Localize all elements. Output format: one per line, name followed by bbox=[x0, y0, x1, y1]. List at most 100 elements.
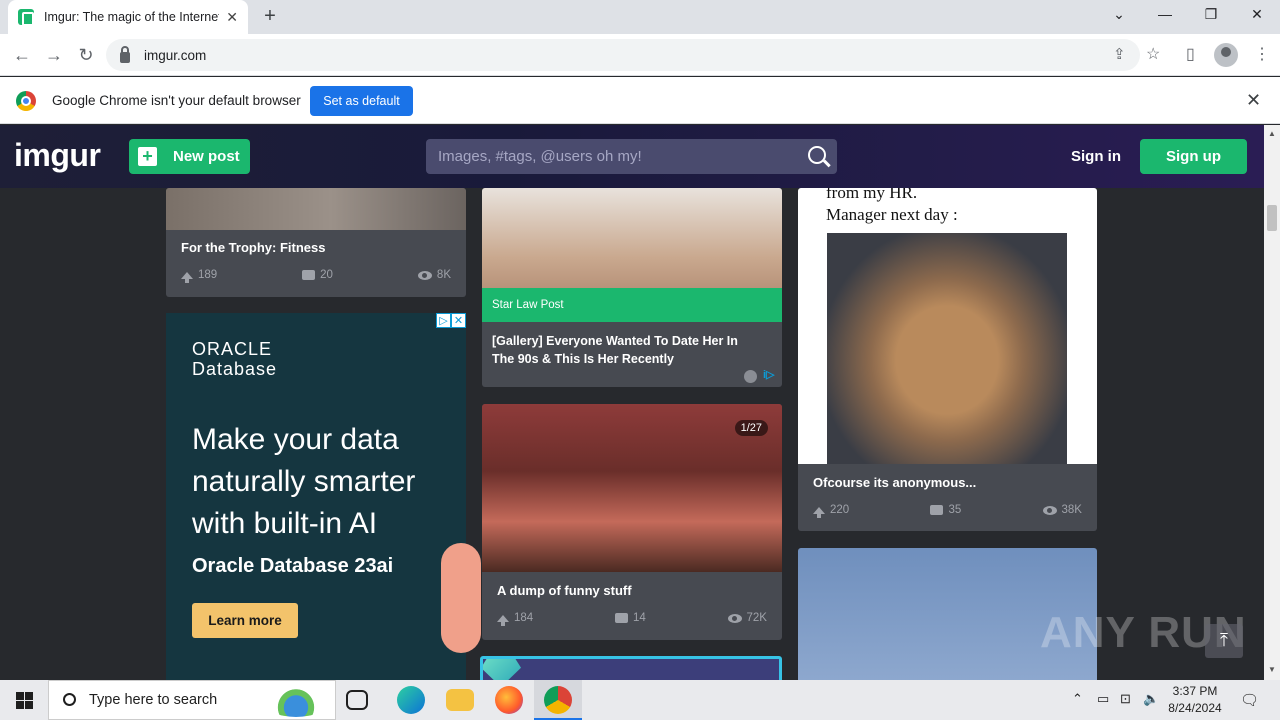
tab-title: Imgur: The magic of the Internet bbox=[44, 10, 219, 24]
upvote-icon bbox=[497, 614, 509, 626]
profile-avatar[interactable] bbox=[1214, 43, 1238, 67]
post-title[interactable]: A dump of funny stuff bbox=[497, 582, 632, 600]
ad-close-icon[interactable]: ✕ bbox=[451, 313, 466, 328]
new-post-button[interactable]: + New post bbox=[129, 139, 250, 174]
sponsor-label[interactable]: Star Law Post bbox=[482, 288, 782, 322]
network-icon[interactable]: ⊡ bbox=[1120, 691, 1131, 707]
browser-toolbar: ← → ↻ imgur.com ⇪ ☆ ▯ ⋮ bbox=[0, 34, 1280, 76]
post-thumbnail[interactable] bbox=[166, 188, 466, 230]
show-hidden-icons-icon[interactable]: ⌃ bbox=[1072, 691, 1083, 707]
comment-count: 35 bbox=[948, 504, 962, 516]
chrome-icon bbox=[544, 686, 572, 714]
view-count: 38K bbox=[1061, 504, 1082, 516]
back-to-top-button[interactable]: ⤒ bbox=[1205, 624, 1243, 658]
default-browser-infobar: Google Chrome isn't your default browser… bbox=[0, 77, 1280, 124]
chrome-taskbar-button[interactable] bbox=[534, 680, 582, 720]
lock-icon[interactable] bbox=[120, 45, 130, 63]
comment-icon bbox=[930, 505, 944, 515]
upvote-count: 184 bbox=[514, 612, 534, 624]
new-post-label: New post bbox=[173, 148, 240, 165]
chrome-logo-icon bbox=[16, 91, 36, 111]
scrollbar-thumb[interactable] bbox=[1267, 205, 1277, 231]
scroll-down-arrow-icon[interactable]: ▼ bbox=[1268, 665, 1276, 674]
post-title[interactable]: For the Trophy: Fitness bbox=[181, 239, 325, 257]
tab-search-button[interactable]: ⌄ bbox=[1096, 0, 1142, 30]
post-card[interactable]: 1/27 A dump of funny stuff 184 14 72K bbox=[482, 404, 782, 640]
upvote-icon bbox=[813, 506, 825, 518]
oracle-ad[interactable]: ▷ ✕ ORACLE Database Make your data natur… bbox=[166, 313, 481, 680]
set-as-default-button[interactable]: Set as default bbox=[310, 86, 413, 116]
new-tab-button[interactable]: + bbox=[258, 5, 282, 29]
imgur-logo[interactable]: imgur bbox=[14, 137, 101, 174]
owl-image bbox=[827, 233, 1067, 464]
view-count: 72K bbox=[746, 612, 767, 624]
ad-brand-line1: ORACLE bbox=[192, 339, 273, 359]
notifications-icon[interactable]: 🗨 bbox=[1240, 691, 1259, 709]
gallery-feed: For the Trophy: Fitness 189 20 8K ▷ ✕ OR… bbox=[0, 188, 1264, 680]
scroll-up-arrow-icon[interactable]: ▲ bbox=[1268, 129, 1276, 138]
search-icon bbox=[63, 693, 76, 706]
adchoices-icon[interactable]: i▷ bbox=[763, 368, 775, 381]
menu-kebab-icon[interactable]: ⋮ bbox=[1254, 44, 1270, 64]
upvote-icon bbox=[181, 271, 193, 283]
sponsored-card[interactable]: Star Law Post [Gallery] Everyone Wanted … bbox=[482, 188, 782, 387]
meme-caption-line2: Manager next day : bbox=[826, 205, 958, 224]
page-scrollbar[interactable]: ▲ ▼ bbox=[1264, 125, 1280, 680]
address-bar[interactable]: imgur.com ⇪ bbox=[106, 39, 1140, 71]
sponsored-title[interactable]: [Gallery] Everyone Wanted To Date Her In… bbox=[492, 332, 762, 368]
battery-icon[interactable]: ▭ bbox=[1097, 691, 1109, 707]
close-tab-icon[interactable]: ✕ bbox=[226, 9, 238, 26]
comment-count: 20 bbox=[320, 269, 333, 281]
edge-icon[interactable] bbox=[397, 686, 425, 714]
view-count: 8K bbox=[436, 269, 451, 281]
start-button[interactable] bbox=[0, 680, 48, 720]
post-thumbnail[interactable]: from my HR. Manager next day : bbox=[798, 188, 1097, 464]
volume-icon[interactable]: 🔈 bbox=[1143, 691, 1159, 707]
minimize-button[interactable]: — bbox=[1142, 0, 1188, 30]
taskbar-search-placeholder: Type here to search bbox=[89, 692, 218, 708]
comment-icon bbox=[302, 270, 316, 280]
task-view-icon[interactable] bbox=[346, 690, 368, 710]
url-text[interactable]: imgur.com bbox=[144, 48, 206, 63]
sign-up-button[interactable]: Sign up bbox=[1140, 139, 1247, 174]
infobar-close-icon[interactable]: ✕ bbox=[1246, 90, 1261, 111]
taskbar-clock[interactable]: 3:37 PM 8/24/2024 bbox=[1160, 683, 1230, 717]
back-button[interactable]: ← bbox=[10, 43, 34, 67]
ad-decoration bbox=[441, 543, 481, 653]
gem-icon bbox=[483, 659, 521, 680]
adchoices[interactable]: ▷ ✕ bbox=[436, 313, 466, 328]
search-input[interactable] bbox=[436, 144, 796, 169]
restore-button[interactable]: ❐ bbox=[1188, 0, 1234, 30]
search-box[interactable] bbox=[426, 139, 837, 174]
post-stats: 184 14 72K bbox=[497, 612, 767, 626]
sponsor-logo-icon bbox=[744, 370, 757, 383]
close-window-button[interactable]: ✕ bbox=[1234, 0, 1280, 30]
post-card[interactable]: from my HR. Manager next day : Ofcourse … bbox=[798, 188, 1097, 531]
file-explorer-icon[interactable] bbox=[446, 689, 474, 711]
adchoices-icon[interactable]: ▷ bbox=[436, 313, 451, 328]
post-stats: 189 20 8K bbox=[181, 269, 451, 283]
tab-imgur[interactable]: Imgur: The magic of the Internet ✕ bbox=[8, 0, 248, 34]
search-icon[interactable] bbox=[808, 146, 826, 164]
tab-strip: Imgur: The magic of the Internet ✕ + ⌄ —… bbox=[0, 0, 1280, 34]
views-icon bbox=[1042, 505, 1057, 515]
meme-caption: from my HR. Manager next day : bbox=[826, 188, 958, 226]
share-icon[interactable]: ⇪ bbox=[1113, 45, 1126, 63]
post-title[interactable]: Ofcourse its anonymous... bbox=[813, 474, 976, 492]
comment-icon bbox=[614, 613, 628, 623]
taskbar-search[interactable]: Type here to search bbox=[48, 680, 336, 720]
ad-brand: ORACLE Database bbox=[192, 339, 277, 379]
sponsored-thumbnail[interactable] bbox=[482, 188, 782, 288]
forward-button[interactable]: → bbox=[42, 43, 66, 67]
clock-time: 3:37 PM bbox=[1172, 684, 1218, 698]
side-panel-icon[interactable]: ▯ bbox=[1186, 44, 1195, 64]
sign-in-link[interactable]: Sign in bbox=[1071, 148, 1121, 165]
bookmark-star-icon[interactable]: ☆ bbox=[1146, 44, 1160, 64]
learn-more-button[interactable]: Learn more bbox=[192, 603, 298, 638]
reload-button[interactable]: ↻ bbox=[74, 43, 98, 67]
promoted-card[interactable] bbox=[480, 656, 782, 680]
ad-brand-line2: Database bbox=[192, 359, 278, 379]
post-card[interactable]: For the Trophy: Fitness 189 20 8K bbox=[166, 188, 466, 297]
meme-caption-line1: from my HR. bbox=[826, 188, 918, 202]
firefox-icon[interactable] bbox=[495, 686, 523, 714]
